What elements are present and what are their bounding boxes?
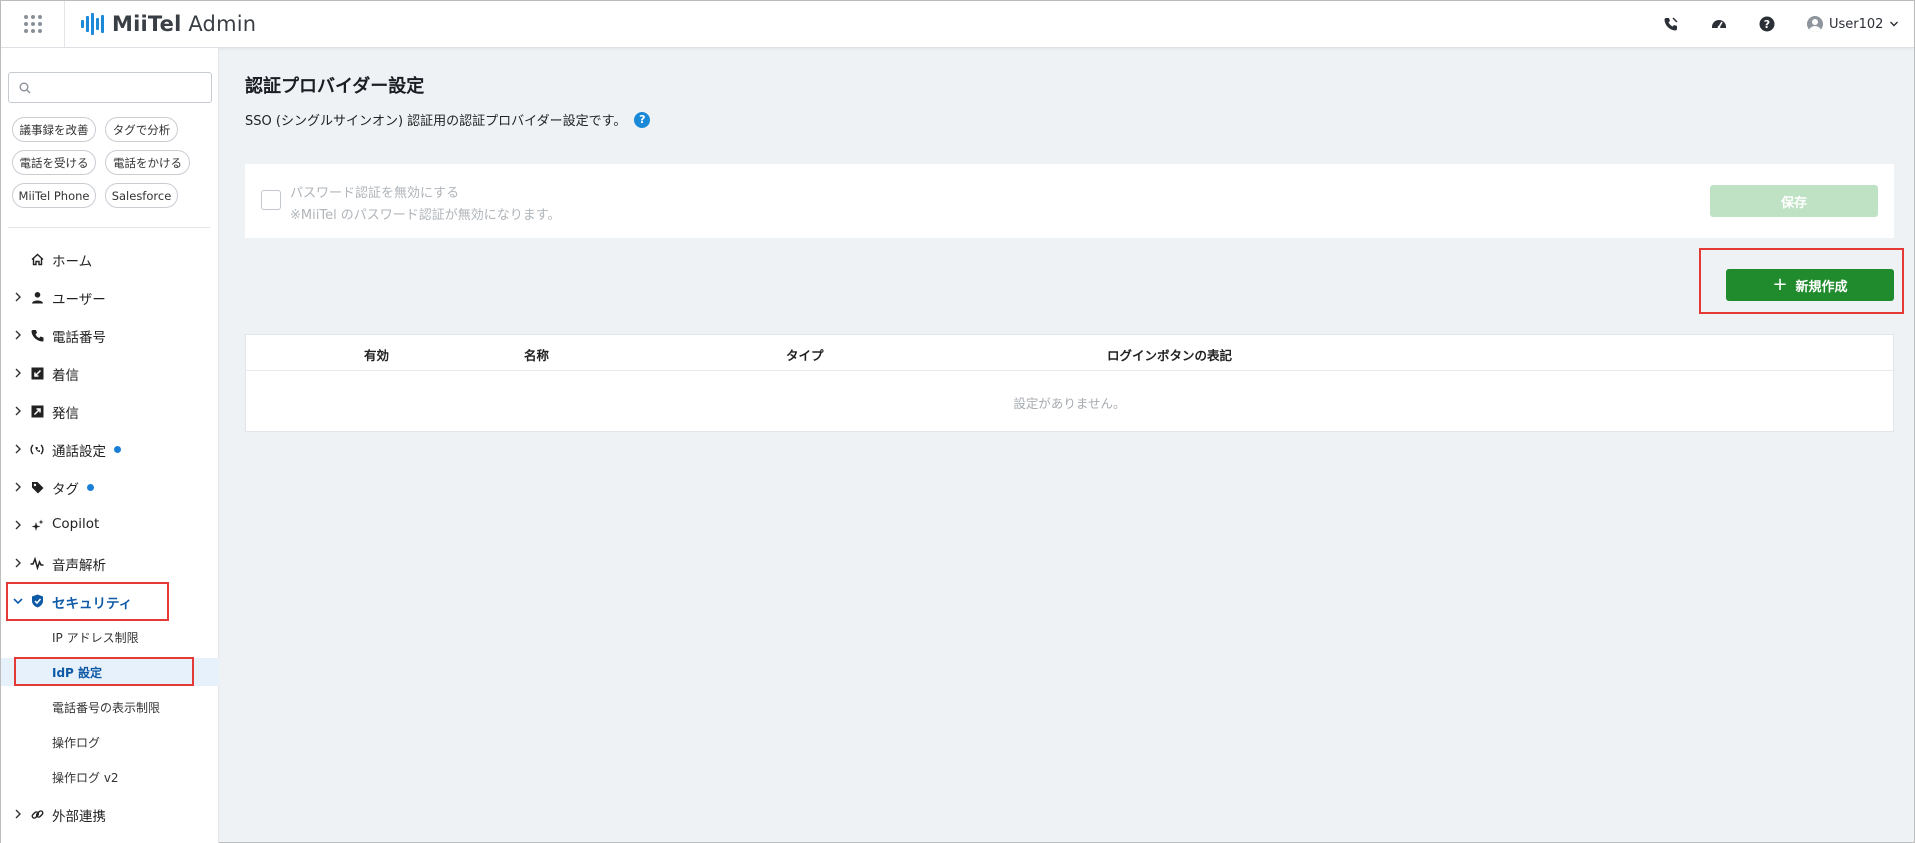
chevron-right-icon	[15, 520, 21, 530]
idp-table: 有効 名称 タイプ ログインボタンの表記 設定がありません。	[245, 334, 1894, 432]
call-settings-icon	[30, 442, 44, 456]
sidebar-item-label: 外部連携	[52, 809, 106, 825]
person-icon	[30, 290, 44, 304]
save-button[interactable]: 保存	[1710, 185, 1878, 217]
link-icon	[30, 807, 44, 821]
help-icon[interactable]: ?	[1756, 13, 1778, 35]
column-header-name[interactable]: 名称	[524, 345, 549, 364]
notification-dot	[114, 446, 121, 453]
sidebar-item-label: タグ	[52, 482, 79, 498]
speedometer-icon[interactable]	[1708, 13, 1730, 35]
column-header-enabled[interactable]: 有効	[364, 345, 389, 364]
chevron-right-icon	[15, 330, 21, 340]
new-create-label: 新規作成	[1795, 279, 1848, 295]
sidebar-subitem-phone-display-restriction[interactable]: 電話番号の表示制限	[1, 693, 219, 721]
waveform-icon	[30, 556, 44, 570]
incoming-call-icon	[30, 366, 44, 380]
sidebar-item-home[interactable]: ホーム	[1, 244, 219, 274]
sidebar-item-incoming[interactable]: 着信	[1, 358, 219, 388]
shortcut-chip[interactable]: タグで分析	[105, 117, 178, 142]
user-name: User102	[1829, 16, 1884, 32]
sidebar-divider	[8, 227, 210, 228]
notification-dot	[87, 484, 94, 491]
shortcut-chip[interactable]: 議事録を改善	[12, 117, 96, 142]
description-text: SSO (シングルサインオン) 認証用の認証プロバイダー設定です。	[245, 114, 627, 129]
chevron-right-icon	[15, 406, 21, 416]
svg-text:?: ?	[1764, 18, 1770, 31]
page-description: SSO (シングルサインオン) 認証用の認証プロバイダー設定です。 ?	[245, 110, 651, 129]
sidebar-item-copilot[interactable]: Copilot	[1, 510, 219, 540]
sidebar-item-phone-numbers[interactable]: 電話番号	[1, 320, 219, 350]
new-create-button[interactable]: + 新規作成	[1726, 269, 1894, 301]
sidebar-item-label: 発信	[52, 406, 79, 422]
app-name-bold: MiiTel	[112, 12, 182, 36]
apps-grid-icon[interactable]	[1, 1, 65, 47]
miitel-admin-logo[interactable]: MiiTel Admin	[81, 10, 256, 38]
sidebar-item-label: 音声解析	[52, 558, 106, 574]
logo-bars-icon	[81, 13, 104, 35]
shortcut-chip[interactable]: MiiTel Phone	[12, 183, 96, 208]
chevron-down-icon	[1890, 21, 1899, 27]
sidebar-item-label: 着信	[52, 368, 79, 384]
page-title: 認証プロバイダー設定	[245, 76, 425, 97]
sidebar-item-users[interactable]: ユーザー	[1, 282, 219, 312]
chevron-right-icon	[15, 292, 21, 302]
sidebar-item-call-settings[interactable]: 通話設定	[1, 434, 219, 464]
sidebar-subitem-operation-log-v2[interactable]: 操作ログ v2	[1, 763, 219, 791]
sidebar-item-label: Copilot	[52, 516, 100, 532]
chevron-right-icon	[15, 444, 21, 454]
chevron-right-icon	[15, 809, 21, 819]
sidebar: 議事録を改善 タグで分析 電話を受ける 電話をかける MiiTel Phone …	[1, 48, 219, 843]
sidebar-item-label: ホーム	[52, 254, 93, 270]
help-circle-icon[interactable]: ?	[634, 111, 651, 128]
user-menu[interactable]: User102	[1807, 13, 1899, 35]
sidebar-item-label: 通話設定	[52, 444, 106, 460]
phone-gesture-icon[interactable]	[1660, 13, 1682, 35]
chevron-right-icon	[15, 558, 21, 568]
chevron-right-icon	[15, 482, 21, 492]
table-divider	[246, 370, 1893, 371]
sidebar-item-outgoing[interactable]: 発信	[1, 396, 219, 426]
disable-password-label: パスワード認証を無効にする	[290, 186, 460, 201]
sidebar-subitem-idp-settings[interactable]: IdP 設定	[1, 658, 219, 686]
top-header: MiiTel Admin ? User102	[1, 1, 1914, 48]
empty-state-text: 設定がありません。	[1013, 396, 1126, 411]
tag-icon	[30, 480, 44, 494]
sparkle-icon	[30, 518, 44, 532]
shortcut-chip[interactable]: 電話をかける	[105, 150, 190, 175]
shield-icon	[30, 594, 44, 608]
sidebar-subitem-operation-log[interactable]: 操作ログ	[1, 728, 219, 756]
disable-password-note: ※MiiTel のパスワード認証が無効になります。	[290, 208, 561, 223]
app-name-rest: Admin	[181, 12, 257, 36]
outgoing-call-icon	[30, 404, 44, 418]
sidebar-subitem-ip-restriction[interactable]: IP アドレス制限	[1, 623, 219, 651]
shortcut-chip[interactable]: Salesforce	[105, 183, 178, 208]
plus-icon: +	[1772, 274, 1788, 295]
chevron-right-icon	[15, 368, 21, 378]
shortcut-chip[interactable]: 電話を受ける	[12, 150, 96, 175]
disable-password-checkbox[interactable]	[261, 190, 281, 210]
sidebar-item-label: セキュリティ	[52, 596, 133, 612]
chevron-down-icon	[13, 598, 23, 605]
password-auth-panel: パスワード認証を無効にする ※MiiTel のパスワード認証が無効になります。 …	[245, 164, 1894, 238]
phone-icon	[30, 328, 44, 342]
home-icon	[30, 252, 44, 266]
sidebar-item-label: ユーザー	[52, 292, 106, 308]
sidebar-item-external-integration[interactable]: 外部連携	[1, 799, 219, 829]
sidebar-item-tags[interactable]: タグ	[1, 472, 219, 502]
sidebar-item-label: 電話番号	[52, 330, 106, 346]
avatar-icon	[1807, 16, 1823, 32]
sidebar-search-input[interactable]	[8, 72, 212, 103]
column-header-login-button-label[interactable]: ログインボタンの表記	[1107, 345, 1232, 364]
sidebar-item-voice-analysis[interactable]: 音声解析	[1, 548, 219, 578]
search-icon	[19, 82, 31, 94]
column-header-type[interactable]: タイプ	[786, 345, 824, 364]
sidebar-item-security[interactable]: セキュリティ	[1, 586, 219, 616]
